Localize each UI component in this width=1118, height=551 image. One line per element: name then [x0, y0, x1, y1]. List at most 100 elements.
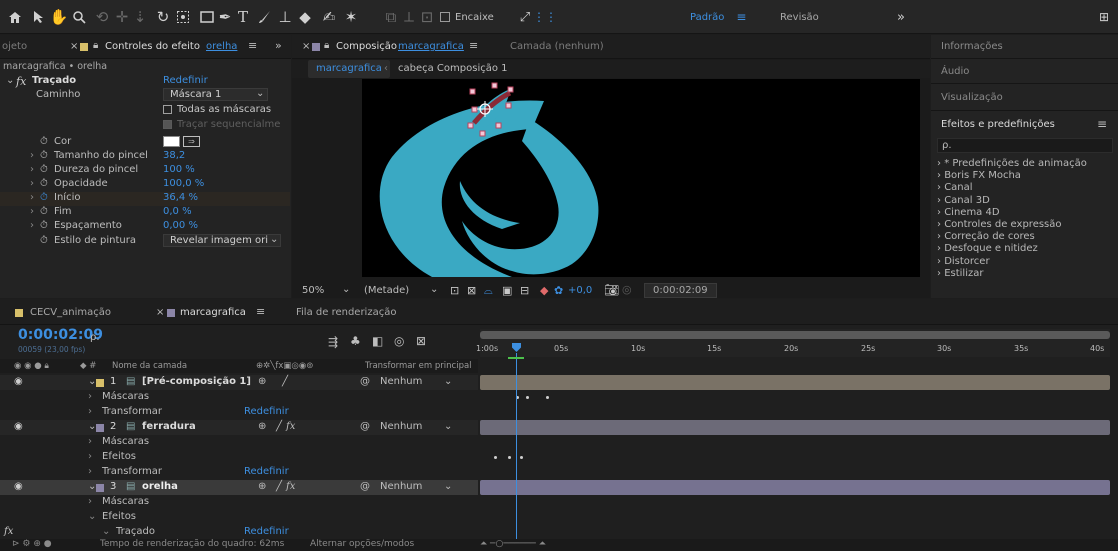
close-tab-icon[interactable]: ×	[70, 41, 78, 52]
hand-tool-icon[interactable]: ✋	[50, 7, 69, 27]
playhead-line[interactable]	[516, 353, 517, 539]
clone-stamp-icon[interactable]: ⊥	[276, 7, 294, 27]
stopwatch-icon[interactable]: ⏱	[40, 136, 48, 147]
parent-dropdown[interactable]: Nenhum	[380, 421, 422, 432]
spacing-value[interactable]: 0,00 %	[163, 220, 198, 231]
snap-view-axis-icon[interactable]: ⊡	[418, 7, 436, 27]
composition-viewer[interactable]	[362, 79, 920, 277]
transform-reset-link[interactable]: Redefinir	[244, 406, 289, 417]
fx-icon[interactable]: fx	[4, 526, 13, 537]
brush-size-value[interactable]: 38,2	[163, 150, 185, 161]
quality-switch-icon[interactable]: ╱	[276, 421, 282, 432]
dolly-camera-icon[interactable]: ⇣	[131, 7, 149, 27]
shy-switch-icon[interactable]: ⊕	[258, 481, 266, 492]
stroke-reset-link[interactable]: Redefinir	[244, 526, 289, 537]
effects-list-item[interactable]: › Canal	[937, 182, 1087, 194]
layer-name[interactable]: [Pré-composição 1]	[142, 376, 251, 387]
layer-1-bar[interactable]	[480, 375, 1110, 390]
chevron-down-icon[interactable]: ⌄	[444, 481, 452, 492]
color-management-icon[interactable]: ✿	[554, 284, 563, 297]
parent-header[interactable]: Transformar em principal	[365, 361, 472, 371]
effects-group-row[interactable]: › Efeitos	[0, 450, 478, 465]
fx-switch-icon[interactable]: fx	[286, 481, 295, 492]
color-channels-icon[interactable]: ◆	[540, 284, 548, 297]
effects-presets-header[interactable]: Efeitos e predefinições ≡	[931, 112, 1118, 136]
transform-group-row[interactable]: › Transformar Redefinir	[0, 405, 478, 420]
transform-group-row[interactable]: › Transformar Redefinir	[0, 465, 478, 480]
selection-tool-icon[interactable]	[30, 7, 48, 27]
status-icons[interactable]: ⊳ ⚙ ⊕ ●	[12, 539, 52, 549]
crumb-next[interactable]: cabeça Composição 1	[398, 63, 508, 74]
eraser-tool-icon[interactable]: ◆	[296, 7, 314, 27]
layer-row-selected[interactable]: ◉ ⌄ 3 ▤ orelha ⊕ ╱ fx @ Nenhum ⌄	[0, 480, 478, 495]
layer-name-header[interactable]: Nome da camada	[112, 361, 187, 371]
pickwhip-icon[interactable]: @	[360, 481, 370, 492]
snap-edges-icon[interactable]: ⤢	[516, 7, 534, 27]
stopwatch-icon[interactable]: ⏱	[40, 206, 48, 217]
zoom-slider[interactable]: ⏶ ─○────── ⏶	[480, 539, 546, 549]
keyframe[interactable]	[494, 456, 497, 459]
graph-editor-icon[interactable]: ⊠	[416, 334, 426, 348]
composition-tab-target[interactable]: marcagrafica	[398, 41, 464, 52]
effects-list-item[interactable]: › Estilizar	[937, 268, 1087, 280]
panel-menu-icon[interactable]: ≡	[1097, 117, 1107, 131]
parent-dropdown[interactable]: Nenhum	[380, 376, 422, 387]
effects-list-item[interactable]: › Desfoque e nitidez	[937, 243, 1087, 255]
draft-3d-icon[interactable]: ♣	[350, 334, 361, 348]
effect-controls-tab-title[interactable]: Controles do efeito	[105, 41, 200, 52]
composition-tab-title[interactable]: Composição	[336, 41, 397, 52]
expand-arrow-icon[interactable]: ›	[88, 436, 92, 447]
tab-menu-icon[interactable]: ≡	[469, 39, 478, 52]
workspace-default-tab[interactable]: Padrão ≡	[690, 7, 770, 27]
paint-style-dropdown[interactable]: Revelar imagem ori	[163, 234, 281, 247]
snap-features-icon[interactable]: ⋮⋮	[533, 7, 557, 27]
fx-switch-icon[interactable]: fx	[286, 421, 295, 432]
type-tool-icon[interactable]: T	[234, 7, 252, 27]
crumb-marcagrafica[interactable]: marcagrafica	[308, 60, 390, 78]
audio-panel-header[interactable]: Áudio	[931, 60, 1118, 84]
rectangle-tool-icon[interactable]	[198, 7, 216, 27]
tab-cecv-animacao[interactable]: CECV_animação	[30, 307, 111, 318]
lock-icon[interactable]: 🔒︎	[324, 40, 329, 51]
view-layout-icon[interactable]: ⊟	[520, 284, 529, 297]
keyframe[interactable]	[508, 456, 511, 459]
color-swatch[interactable]	[163, 136, 180, 147]
show-snapshot-icon[interactable]: ◎	[622, 283, 632, 296]
effects-list-item[interactable]: › Canal 3D	[937, 195, 1087, 207]
time-ruler[interactable]: 1:00s 05s 10s 15s 20s 25s 30s 35s 40s	[476, 329, 1110, 357]
effects-group-row[interactable]: ⌄ Efeitos	[0, 510, 478, 525]
layer-3-bar[interactable]	[480, 480, 1110, 495]
end-value[interactable]: 0,0 %	[163, 206, 192, 217]
puppet-pin-icon[interactable]: ✶	[342, 7, 360, 27]
tab-menu-icon[interactable]: ≡	[248, 39, 257, 52]
effect-controls-target[interactable]: orelha	[206, 41, 237, 52]
masks-group-row[interactable]: › Máscaras	[0, 435, 478, 450]
expand-arrow-icon[interactable]: ›	[30, 178, 34, 189]
stopwatch-icon[interactable]: ⏱	[40, 235, 48, 246]
workspace-menu-icon[interactable]: ≡	[736, 10, 746, 24]
chevron-down-icon[interactable]: ⌄	[430, 284, 438, 295]
fx-icon[interactable]: fx	[16, 75, 26, 88]
guides-icon[interactable]: ▣	[502, 284, 512, 297]
brush-hardness-value[interactable]: 100 %	[163, 164, 195, 175]
path-dropdown[interactable]: Máscara 1	[163, 88, 268, 101]
start-value[interactable]: 36,4 %	[163, 192, 198, 203]
snapping-checkbox[interactable]	[440, 12, 450, 22]
layer-row[interactable]: ◉ ⌄ 2 ▤ ferradura ⊕ ╱ fx @ Nenhum ⌄	[0, 420, 478, 435]
shy-switch-icon[interactable]: ⊕	[258, 376, 266, 387]
home-icon[interactable]	[6, 7, 24, 27]
expand-arrow-icon[interactable]: ›	[30, 192, 34, 203]
expand-arrow-icon[interactable]: ›	[88, 406, 92, 417]
stopwatch-icon[interactable]: ⏱	[40, 178, 48, 189]
effects-search-input[interactable]: ρ.	[937, 138, 1113, 153]
snapping-toggle[interactable]: Encaixe	[440, 7, 512, 27]
layer-row[interactable]: ◉ ⌄ 1 ▤ [Pré-composição 1] ⊕ ╱ @ Nenhum …	[0, 375, 478, 390]
expand-arrow-icon[interactable]: ›	[30, 206, 34, 217]
mask-visibility-icon[interactable]: ⌓	[484, 284, 493, 298]
effects-list-item[interactable]: › Distorcer	[937, 256, 1087, 268]
orbit-camera-icon[interactable]: ⟲	[93, 7, 111, 27]
expand-arrow-icon[interactable]: ›	[30, 150, 34, 161]
brush-tool-icon[interactable]	[256, 7, 274, 27]
panel-layout-icon[interactable]: ⊞	[1094, 7, 1114, 27]
expand-arrow-icon[interactable]: ›	[88, 391, 92, 402]
